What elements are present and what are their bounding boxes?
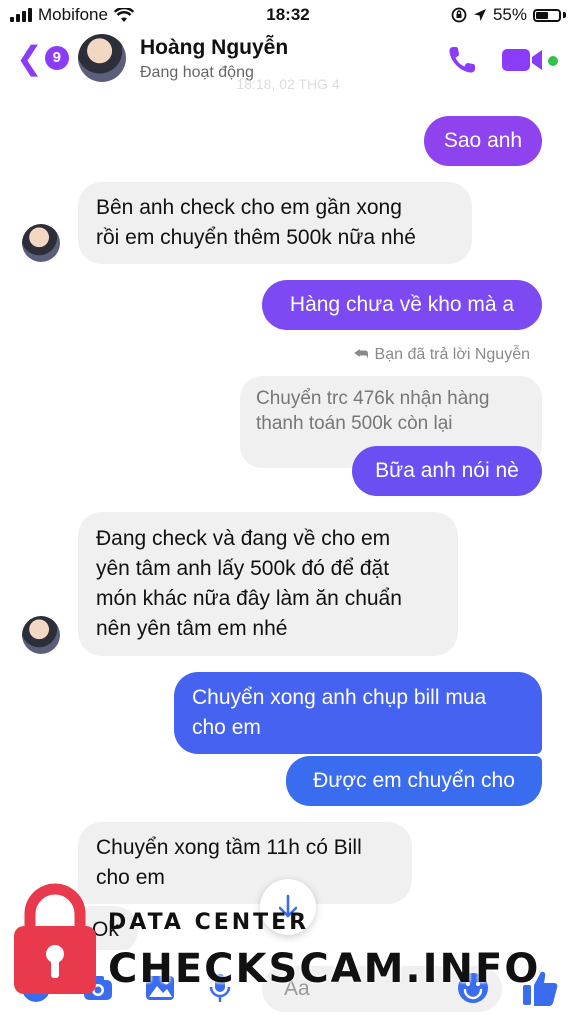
watermark-line-1: DATA CENTER xyxy=(108,910,310,935)
message-outgoing[interactable]: Bữa anh nói nè xyxy=(352,446,542,496)
back-chevron-icon: ❮ xyxy=(16,40,43,76)
message-line: cho em xyxy=(192,716,261,739)
video-camera-icon[interactable] xyxy=(500,46,544,74)
message-line: Đang check và đang về cho em xyxy=(96,527,391,550)
quoted-line: Chuyển trc 476k nhận hàng xyxy=(256,388,490,409)
status-bar: Mobifone 18:32 55% xyxy=(0,0,576,30)
contact-avatar[interactable] xyxy=(78,34,126,82)
message-outgoing[interactable]: Sao anh xyxy=(424,116,542,166)
quoted-line: thanh toán 500k còn lại xyxy=(256,413,453,434)
message-outgoing[interactable]: Được em chuyển cho xyxy=(286,756,542,806)
back-button[interactable]: ❮ 9 xyxy=(16,42,69,74)
message-line: yên tâm anh lấy 500k đó để đặt xyxy=(96,557,390,580)
battery-icon xyxy=(533,8,561,22)
battery-percent: 55% xyxy=(492,5,527,24)
active-status-dot xyxy=(548,56,558,66)
orientation-lock-icon xyxy=(451,7,467,23)
sender-avatar[interactable] xyxy=(22,616,60,654)
message-text: Bữa anh nói nè xyxy=(375,459,519,482)
message-line: nên yên tâm em nhé xyxy=(96,617,288,640)
message-line: cho em xyxy=(96,866,165,889)
message-line: Chuyển xong anh chụp bill mua xyxy=(192,686,487,709)
message-text: Hàng chưa về kho mà a xyxy=(289,293,515,316)
message-text: Sao anh xyxy=(443,129,523,152)
status-right: 55% xyxy=(451,5,566,25)
reply-label: ⮪ Bạn đã trả lời Nguyễn xyxy=(330,346,530,364)
contact-name[interactable]: Hoàng Nguyễn xyxy=(140,36,288,60)
conversation-timestamp: 18:18, 02 THG 4 xyxy=(236,76,340,92)
battery-cap xyxy=(563,12,566,18)
message-incoming[interactable]: Đang check và đang về cho em yên tâm anh… xyxy=(78,512,458,656)
message-incoming[interactable]: Chuyển xong tầm 11h có Bill cho em xyxy=(78,822,412,904)
message-text: Được em chuyển cho xyxy=(313,769,515,792)
sender-avatar[interactable] xyxy=(22,224,60,262)
phone-icon[interactable] xyxy=(446,44,478,76)
watermark-line-2: CHECKSCAM.INFO xyxy=(108,946,541,992)
unread-count-badge: 9 xyxy=(44,46,69,70)
message-line: Bên anh check cho em gần xong xyxy=(96,196,402,219)
message-incoming[interactable]: Bên anh check cho em gần xong rồi em chu… xyxy=(78,182,472,264)
message-line: Chuyển xong tầm 11h có Bill xyxy=(96,836,362,859)
reply-arrow-icon: ⮪ xyxy=(353,346,369,363)
message-line: rồi em chuyển thêm 500k nữa nhé xyxy=(96,226,416,249)
location-icon xyxy=(473,9,486,21)
message-outgoing[interactable]: Hàng chưa về kho mà a xyxy=(262,280,542,330)
lock-icon xyxy=(14,883,96,994)
message-outgoing[interactable]: Chuyển xong anh chụp bill mua cho em xyxy=(174,672,542,754)
reply-label-text: Bạn đã trả lời Nguyễn xyxy=(374,346,530,363)
message-line: món khác nữa đây làm ăn chuẩn xyxy=(96,587,402,610)
